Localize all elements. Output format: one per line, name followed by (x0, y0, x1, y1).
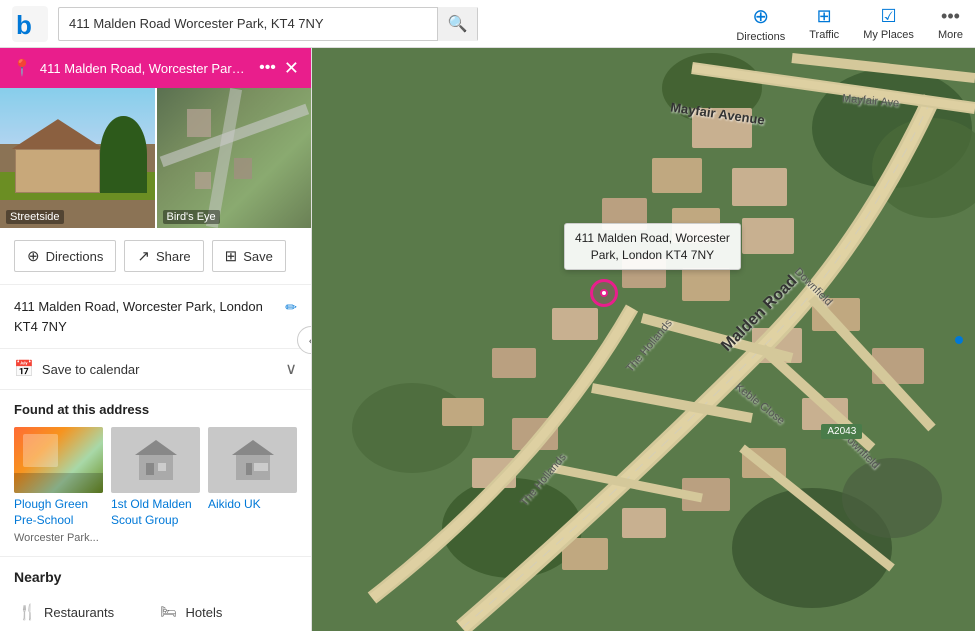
nearby-section: Nearby 🍴 Restaurants 🛏 Hotels 🎭 Attracti… (0, 557, 311, 631)
traffic-icon: ⊞ (817, 6, 832, 27)
search-icon: 🔍 (448, 14, 468, 34)
road-badge: A2043 (821, 424, 862, 439)
place-thumb-1 (14, 427, 103, 493)
more-action[interactable]: ••• More (938, 6, 963, 41)
bing-logo: b (12, 6, 48, 42)
traffic-action[interactable]: ⊞ Traffic (809, 6, 839, 41)
chevron-down-icon: ∨ (285, 359, 297, 379)
main-layout: 📍 411 Malden Road, Worcester Park, L... … (0, 48, 975, 631)
pin-dot (600, 289, 608, 297)
share-btn-label: Share (156, 249, 191, 264)
cal-save-left: 📅 Save to calendar (14, 359, 140, 379)
nearby-restaurants[interactable]: 🍴 Restaurants (14, 595, 156, 629)
more-label: More (938, 29, 963, 41)
found-title: Found at this address (14, 402, 297, 417)
pin-circle (590, 279, 618, 307)
streetside-label: Streetside (6, 210, 64, 224)
my-places-icon: ☑ (880, 6, 896, 27)
more-options-icon[interactable]: ••• (259, 60, 276, 76)
nearby-title: Nearby (14, 569, 297, 585)
location-header-title: 411 Malden Road, Worcester Park, L... (40, 61, 251, 76)
restaurants-label: Restaurants (44, 605, 114, 620)
places-row: Plough Green Pre-School Worcester Park..… (14, 427, 297, 544)
action-buttons: ⊕ Directions ↗ Share ⊞ Save (0, 228, 311, 285)
calendar-icon: 📅 (14, 359, 34, 379)
traffic-label: Traffic (809, 29, 839, 41)
map-background: Mayfair Avenue Mayfair Ave Malden Road T… (312, 48, 975, 631)
location-pin-icon: 📍 (12, 58, 32, 78)
image-strip: Streetside Bird's Eye (0, 88, 311, 228)
share-button[interactable]: ↗ Share (124, 240, 203, 272)
nearby-grid: 🍴 Restaurants 🛏 Hotels 🎭 Attractions ☕ C… (14, 595, 297, 631)
share-icon: ↗ (137, 247, 150, 265)
hotels-icon: 🛏 (160, 604, 178, 620)
directions-action[interactable]: ⊕ Directions (736, 4, 785, 43)
birdseye-label: Bird's Eye (163, 210, 220, 224)
map-tooltip: 411 Malden Road, Worcester Park, London … (564, 223, 741, 271)
search-input[interactable]: 411 Malden Road Worcester Park, KT4 7NY (59, 16, 437, 31)
save-icon: ⊞ (225, 247, 238, 265)
map-pin (590, 279, 618, 307)
place-name-3: Aikido UK (208, 497, 297, 513)
map-area[interactable]: Mayfair Avenue Mayfair Ave Malden Road T… (312, 48, 975, 631)
topbar-actions: ⊕ Directions ⊞ Traffic ☑ My Places ••• M… (736, 4, 963, 43)
location-header-actions: ••• ✕ (259, 59, 299, 77)
directions-btn-icon: ⊕ (27, 247, 40, 265)
my-places-label: My Places (863, 29, 914, 41)
nearby-hotels[interactable]: 🛏 Hotels (156, 595, 298, 629)
found-section: Found at this address Plough Green Pre-S… (0, 390, 311, 557)
address-line2: KT4 7NY (14, 319, 67, 334)
address-line1: 411 Malden Road, Worcester Park, London (14, 299, 263, 314)
hotels-label: Hotels (186, 605, 223, 620)
directions-button[interactable]: ⊕ Directions (14, 240, 116, 272)
directions-icon: ⊕ (752, 4, 769, 29)
tooltip-line2: Park, London KT4 7NY (575, 247, 730, 264)
place-name-1: Plough Green Pre-School (14, 497, 103, 528)
edit-icon[interactable]: ✏ (285, 299, 297, 316)
place-thumb-3 (208, 427, 297, 493)
place-card-1[interactable]: Plough Green Pre-School Worcester Park..… (14, 427, 103, 544)
calendar-save[interactable]: 📅 Save to calendar ∨ (0, 349, 311, 390)
directions-btn-label: Directions (46, 249, 104, 264)
birdseye-tile[interactable]: Bird's Eye (157, 88, 312, 228)
save-button[interactable]: ⊞ Save (212, 240, 286, 272)
my-places-action[interactable]: ☑ My Places (863, 6, 914, 41)
place-card-2[interactable]: 1st Old Malden Scout Group (111, 427, 200, 544)
zoom-controls (953, 334, 965, 346)
address-section: 411 Malden Road, Worcester Park, London … (0, 285, 311, 349)
directions-label: Directions (736, 31, 785, 43)
close-icon[interactable]: ✕ (284, 59, 299, 77)
search-box: 411 Malden Road Worcester Park, KT4 7NY … (58, 7, 478, 41)
location-header: 📍 411 Malden Road, Worcester Park, L... … (0, 48, 311, 88)
restaurants-icon: 🍴 (18, 603, 36, 621)
place-sub-1: Worcester Park... (14, 532, 103, 544)
more-icon: ••• (941, 6, 960, 27)
streetside-tile[interactable]: Streetside (0, 88, 155, 228)
svg-text:b: b (16, 10, 32, 40)
cal-save-label: Save to calendar (42, 362, 140, 377)
save-btn-label: Save (243, 249, 273, 264)
place-name-2: 1st Old Malden Scout Group (111, 497, 200, 528)
search-button[interactable]: 🔍 (437, 7, 477, 41)
left-panel: 📍 411 Malden Road, Worcester Park, L... … (0, 48, 312, 631)
map-svg (312, 48, 975, 631)
tooltip-line1: 411 Malden Road, Worcester (575, 230, 730, 247)
zoom-indicator (955, 336, 963, 344)
place-card-3[interactable]: Aikido UK (208, 427, 297, 544)
topbar: b 411 Malden Road Worcester Park, KT4 7N… (0, 0, 975, 48)
place-thumb-2 (111, 427, 200, 493)
address-text: 411 Malden Road, Worcester Park, London … (14, 297, 263, 336)
